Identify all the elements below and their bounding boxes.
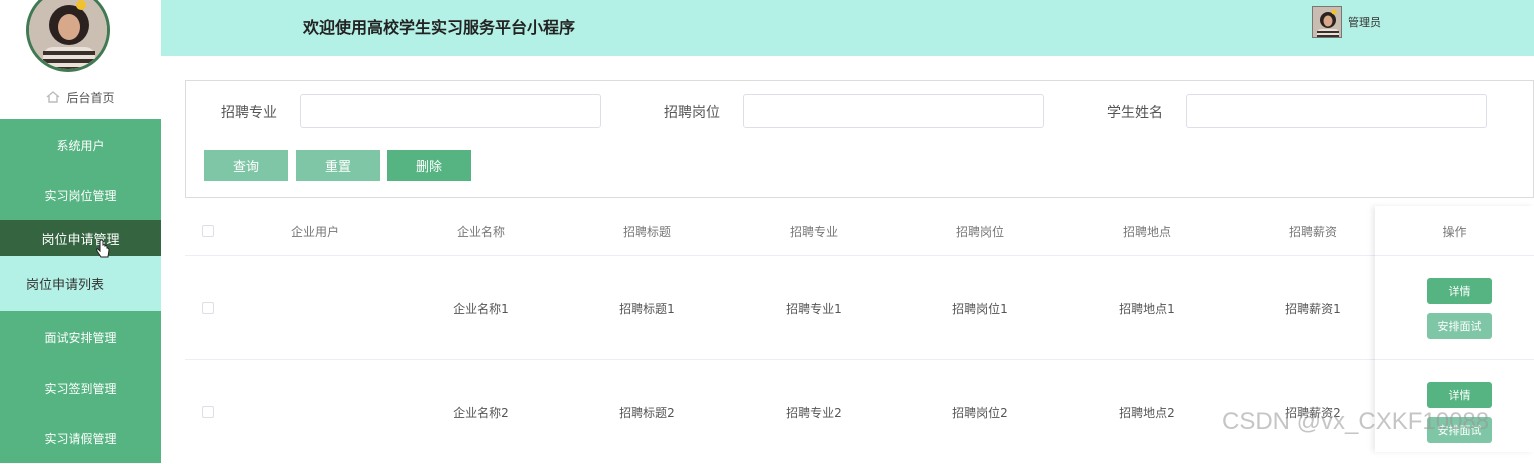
cell-company: 企业名称1 bbox=[453, 301, 509, 316]
sidebar-item-interview-arrangement[interactable]: 面试安排管理 bbox=[0, 311, 161, 363]
major-input[interactable] bbox=[300, 94, 601, 128]
row-checkbox[interactable] bbox=[202, 406, 214, 418]
page-title: 欢迎使用高校学生实习服务平台小程序 bbox=[303, 18, 576, 37]
cell-user bbox=[245, 360, 385, 464]
row-checkbox[interactable] bbox=[202, 302, 214, 314]
sidebar-avatar bbox=[26, 0, 110, 72]
table-header: 企业用户 企业名称 招聘标题 招聘专业 招聘岗位 招聘地点 招聘薪资 操作 bbox=[185, 206, 1534, 256]
sidebar-home-link[interactable]: 后台首页 bbox=[0, 86, 161, 108]
cell-major: 招聘专业2 bbox=[786, 405, 842, 420]
detail-button[interactable]: 详情 bbox=[1427, 278, 1492, 304]
sidebar-item-label: 岗位申请列表 bbox=[26, 278, 105, 293]
top-header: 欢迎使用高校学生实习服务平台小程序 管理员 bbox=[161, 0, 1534, 56]
cell-title: 招聘标题1 bbox=[619, 301, 675, 316]
sidebar: 后台首页 系统用户 实习岗位管理 岗位申请管理 岗位申请列表 面试安排管理 实习… bbox=[0, 0, 161, 463]
select-all-checkbox[interactable] bbox=[202, 225, 214, 237]
sidebar-item-check-in[interactable]: 实习签到管理 bbox=[0, 363, 161, 413]
user-name: 管理员 bbox=[1348, 16, 1381, 29]
home-icon bbox=[46, 90, 60, 104]
cell-location: 招聘地点1 bbox=[1119, 301, 1175, 316]
sidebar-item-internship-positions[interactable]: 实习岗位管理 bbox=[0, 171, 161, 220]
major-label: 招聘专业 bbox=[221, 105, 277, 121]
column-header: 企业名称 bbox=[456, 224, 505, 239]
query-button[interactable]: 查询 bbox=[204, 150, 288, 181]
sidebar-item-label: 面试安排管理 bbox=[44, 330, 117, 345]
sidebar-item-label: 实习请假管理 bbox=[44, 431, 117, 446]
cell-company: 企业名称2 bbox=[453, 405, 509, 420]
sidebar-item-label: 实习签到管理 bbox=[44, 381, 117, 396]
sidebar-item-system-users[interactable]: 系统用户 bbox=[0, 119, 161, 171]
position-input[interactable] bbox=[743, 94, 1044, 128]
student-name-label: 学生姓名 bbox=[1107, 105, 1163, 121]
watermark: CSDN @vx_CXKF10088 bbox=[1222, 408, 1490, 435]
cell-position: 招聘岗位2 bbox=[952, 405, 1008, 420]
cell-salary: 招聘薪资1 bbox=[1285, 301, 1341, 316]
cell-user bbox=[245, 256, 385, 360]
column-header: 企业用户 bbox=[290, 224, 339, 239]
sidebar-item-position-applications[interactable]: 岗位申请管理 bbox=[0, 220, 161, 258]
column-header: 招聘薪资 bbox=[1288, 224, 1337, 239]
position-label: 招聘岗位 bbox=[664, 105, 720, 121]
column-header: 招聘岗位 bbox=[955, 224, 1004, 239]
detail-button[interactable]: 详情 bbox=[1427, 382, 1492, 408]
sidebar-menu: 系统用户 实习岗位管理 岗位申请管理 岗位申请列表 面试安排管理 实习签到管理 … bbox=[0, 119, 161, 463]
sidebar-item-label: 系统用户 bbox=[56, 138, 105, 153]
reset-button[interactable]: 重置 bbox=[296, 150, 380, 181]
column-header: 招聘标题 bbox=[622, 224, 671, 239]
user-menu[interactable]: 管理员 bbox=[1312, 6, 1381, 38]
student-name-input[interactable] bbox=[1186, 94, 1487, 128]
sidebar-item-label: 实习岗位管理 bbox=[44, 189, 117, 203]
cell-position: 招聘岗位1 bbox=[952, 301, 1008, 316]
cell-location: 招聘地点2 bbox=[1119, 405, 1175, 420]
sidebar-subitem-application-list[interactable]: 岗位申请列表 bbox=[0, 256, 161, 311]
delete-button[interactable]: 删除 bbox=[387, 150, 471, 181]
arrange-interview-button[interactable]: 安排面试 bbox=[1427, 313, 1492, 339]
hand-cursor-icon bbox=[95, 239, 111, 260]
column-header: 招聘地点 bbox=[1122, 224, 1171, 239]
search-panel: 招聘专业 招聘岗位 学生姓名 查询 重置 删除 bbox=[185, 80, 1534, 198]
column-header: 招聘专业 bbox=[789, 224, 838, 239]
cell-title: 招聘标题2 bbox=[619, 405, 675, 420]
sidebar-item-leave[interactable]: 实习请假管理 bbox=[0, 413, 161, 463]
cell-major: 招聘专业1 bbox=[786, 301, 842, 316]
sidebar-home-label: 后台首页 bbox=[66, 90, 115, 105]
table-row: 企业名称1 招聘标题1 招聘专业1 招聘岗位1 招聘地点1 招聘薪资1 bbox=[185, 256, 1534, 360]
user-avatar bbox=[1312, 6, 1342, 38]
